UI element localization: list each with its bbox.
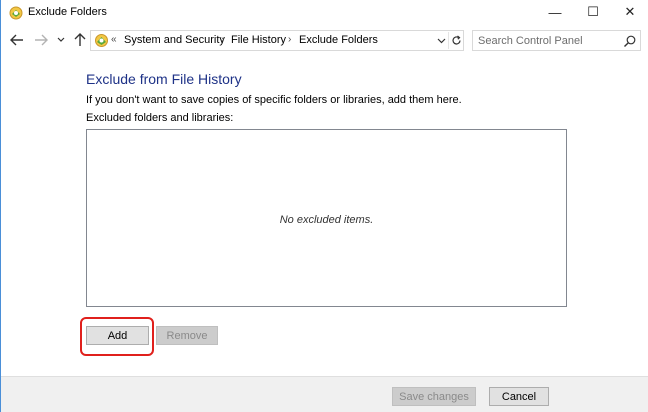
- excluded-items-list[interactable]: No excluded items.: [86, 129, 567, 307]
- refresh-icon: [451, 35, 461, 45]
- close-button[interactable]: ✕: [611, 0, 648, 24]
- refresh-button[interactable]: [448, 32, 463, 49]
- maximize-button[interactable]: ☐: [574, 0, 612, 24]
- window-title: Exclude Folders: [28, 6, 107, 18]
- breadcrumb-system-and-security[interactable]: System and Security: [124, 34, 225, 46]
- back-button[interactable]: [8, 30, 26, 50]
- address-bar[interactable]: « System and Security › File History › E…: [90, 30, 464, 51]
- breadcrumb-exclude-folders[interactable]: Exclude Folders: [299, 34, 378, 46]
- title-bar[interactable]: Exclude Folders — ☐ ✕: [1, 0, 648, 26]
- chevron-down-icon: [437, 38, 445, 43]
- page-title: Exclude from File History: [86, 71, 242, 87]
- page-description: If you don't want to save copies of spec…: [86, 94, 462, 106]
- empty-list-message: No excluded items.: [279, 214, 374, 226]
- breadcrumb-separator[interactable]: ›: [288, 34, 291, 45]
- breadcrumb-file-history[interactable]: File History: [231, 34, 286, 46]
- navigation-bar: « System and Security › File History › E…: [1, 28, 648, 52]
- chevron-down-icon: [57, 37, 65, 42]
- cancel-button[interactable]: Cancel: [489, 387, 549, 406]
- forward-button[interactable]: [32, 30, 50, 50]
- add-button[interactable]: Add: [86, 326, 149, 345]
- file-history-icon: [9, 6, 23, 20]
- search-box[interactable]: [472, 30, 641, 51]
- recent-locations-button[interactable]: [55, 30, 67, 50]
- address-history-button[interactable]: [434, 32, 448, 49]
- exclude-folders-window: Exclude Folders — ☐ ✕ « System and Secur…: [0, 0, 648, 412]
- arrow-right-icon: [35, 34, 48, 46]
- breadcrumb-overflow[interactable]: «: [111, 34, 117, 45]
- control-panel-icon: [95, 34, 108, 47]
- arrow-up-icon: [74, 33, 86, 46]
- save-changes-button: Save changes: [392, 387, 476, 406]
- minimize-button[interactable]: —: [536, 0, 574, 24]
- arrow-left-icon: [10, 34, 23, 46]
- up-button[interactable]: [71, 30, 89, 50]
- search-input[interactable]: [478, 33, 618, 48]
- search-icon[interactable]: [623, 34, 637, 48]
- excluded-list-label: Excluded folders and libraries:: [86, 112, 234, 124]
- breadcrumb-separator[interactable]: ›: [221, 34, 224, 45]
- footer-bar: Save changes Cancel: [1, 376, 648, 412]
- remove-button: Remove: [156, 326, 218, 345]
